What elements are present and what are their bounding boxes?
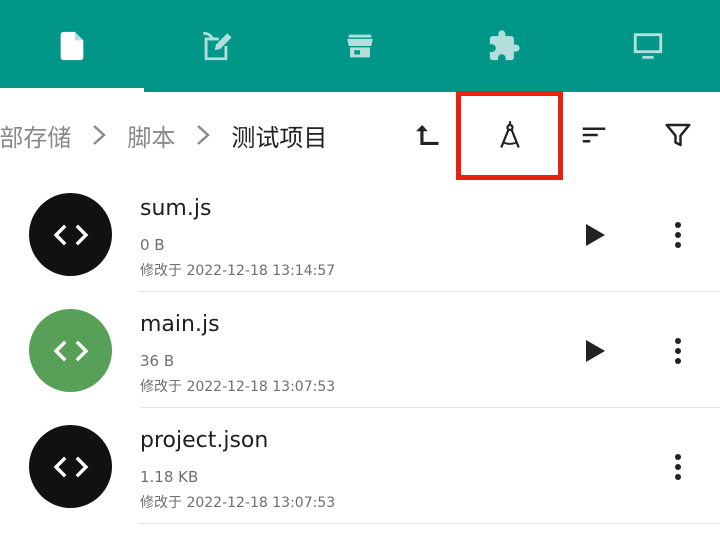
breadcrumb-item-current: 测试项目 — [231, 123, 328, 152]
extension-icon — [489, 30, 520, 61]
go-up-icon — [416, 125, 439, 145]
store-icon — [347, 34, 373, 58]
run-button[interactable] — [574, 330, 616, 372]
file-modified: 修改于 2022-12-18 13:07:53 — [140, 379, 336, 395]
more-options-button[interactable] — [657, 214, 699, 256]
more-options-button[interactable] — [657, 446, 699, 488]
monitor-icon — [633, 33, 663, 59]
tab-console[interactable] — [576, 0, 720, 92]
chevron-right-icon — [93, 125, 107, 145]
run-button[interactable] — [574, 214, 616, 256]
file-avatar — [29, 193, 112, 276]
file-row-project-json[interactable]: project.json 1.18 KB 修改于 2022-12-18 13:0… — [0, 408, 720, 524]
play-icon — [586, 224, 605, 246]
filter-icon — [665, 123, 691, 147]
more-vert-icon — [675, 454, 681, 480]
file-name: sum.js — [140, 196, 212, 221]
sort-button[interactable] — [564, 92, 624, 178]
go-up-button[interactable] — [396, 92, 456, 178]
row-divider — [140, 523, 720, 524]
file-row-main-js[interactable]: main.js 36 B 修改于 2022-12-18 13:07:53 — [0, 292, 720, 408]
file-size: 36 B — [140, 352, 175, 370]
file-modified: 修改于 2022-12-18 13:14:57 — [140, 263, 336, 279]
sort-icon — [582, 127, 606, 143]
code-icon — [53, 340, 88, 361]
breadcrumb-item-scripts[interactable]: 脚本 — [127, 118, 175, 153]
file-modified: 修改于 2022-12-18 13:07:53 — [140, 495, 336, 511]
file-name: main.js — [140, 312, 220, 337]
highlight-box — [456, 91, 563, 180]
breadcrumb-item-storage[interactable]: ]部存储 — [0, 118, 71, 153]
file-name: project.json — [140, 428, 269, 453]
code-icon — [53, 224, 88, 245]
tab-edit[interactable] — [144, 0, 288, 92]
play-icon — [586, 340, 605, 362]
file-size: 1.18 KB — [140, 468, 199, 486]
top-tab-bar — [0, 0, 720, 92]
chevron-right-icon — [197, 125, 211, 145]
file-avatar — [29, 309, 112, 392]
code-icon — [53, 456, 88, 477]
more-vert-icon — [675, 222, 681, 248]
file-avatar — [29, 425, 112, 508]
more-vert-icon — [675, 338, 681, 364]
file-size: 0 B — [140, 236, 165, 254]
filter-button[interactable] — [648, 92, 708, 178]
tab-files[interactable] — [0, 0, 144, 92]
path-bar: ]部存储 脚本 测试项目 — [0, 92, 720, 178]
breadcrumb: ]部存储 脚本 测试项目 — [0, 92, 400, 178]
edit-document-icon — [203, 31, 232, 61]
file-row-sum-js[interactable]: sum.js 0 B 修改于 2022-12-18 13:14:57 — [0, 176, 720, 292]
tab-extensions[interactable] — [432, 0, 576, 92]
file-icon — [60, 31, 84, 61]
tab-store[interactable] — [288, 0, 432, 92]
more-options-button[interactable] — [657, 330, 699, 372]
